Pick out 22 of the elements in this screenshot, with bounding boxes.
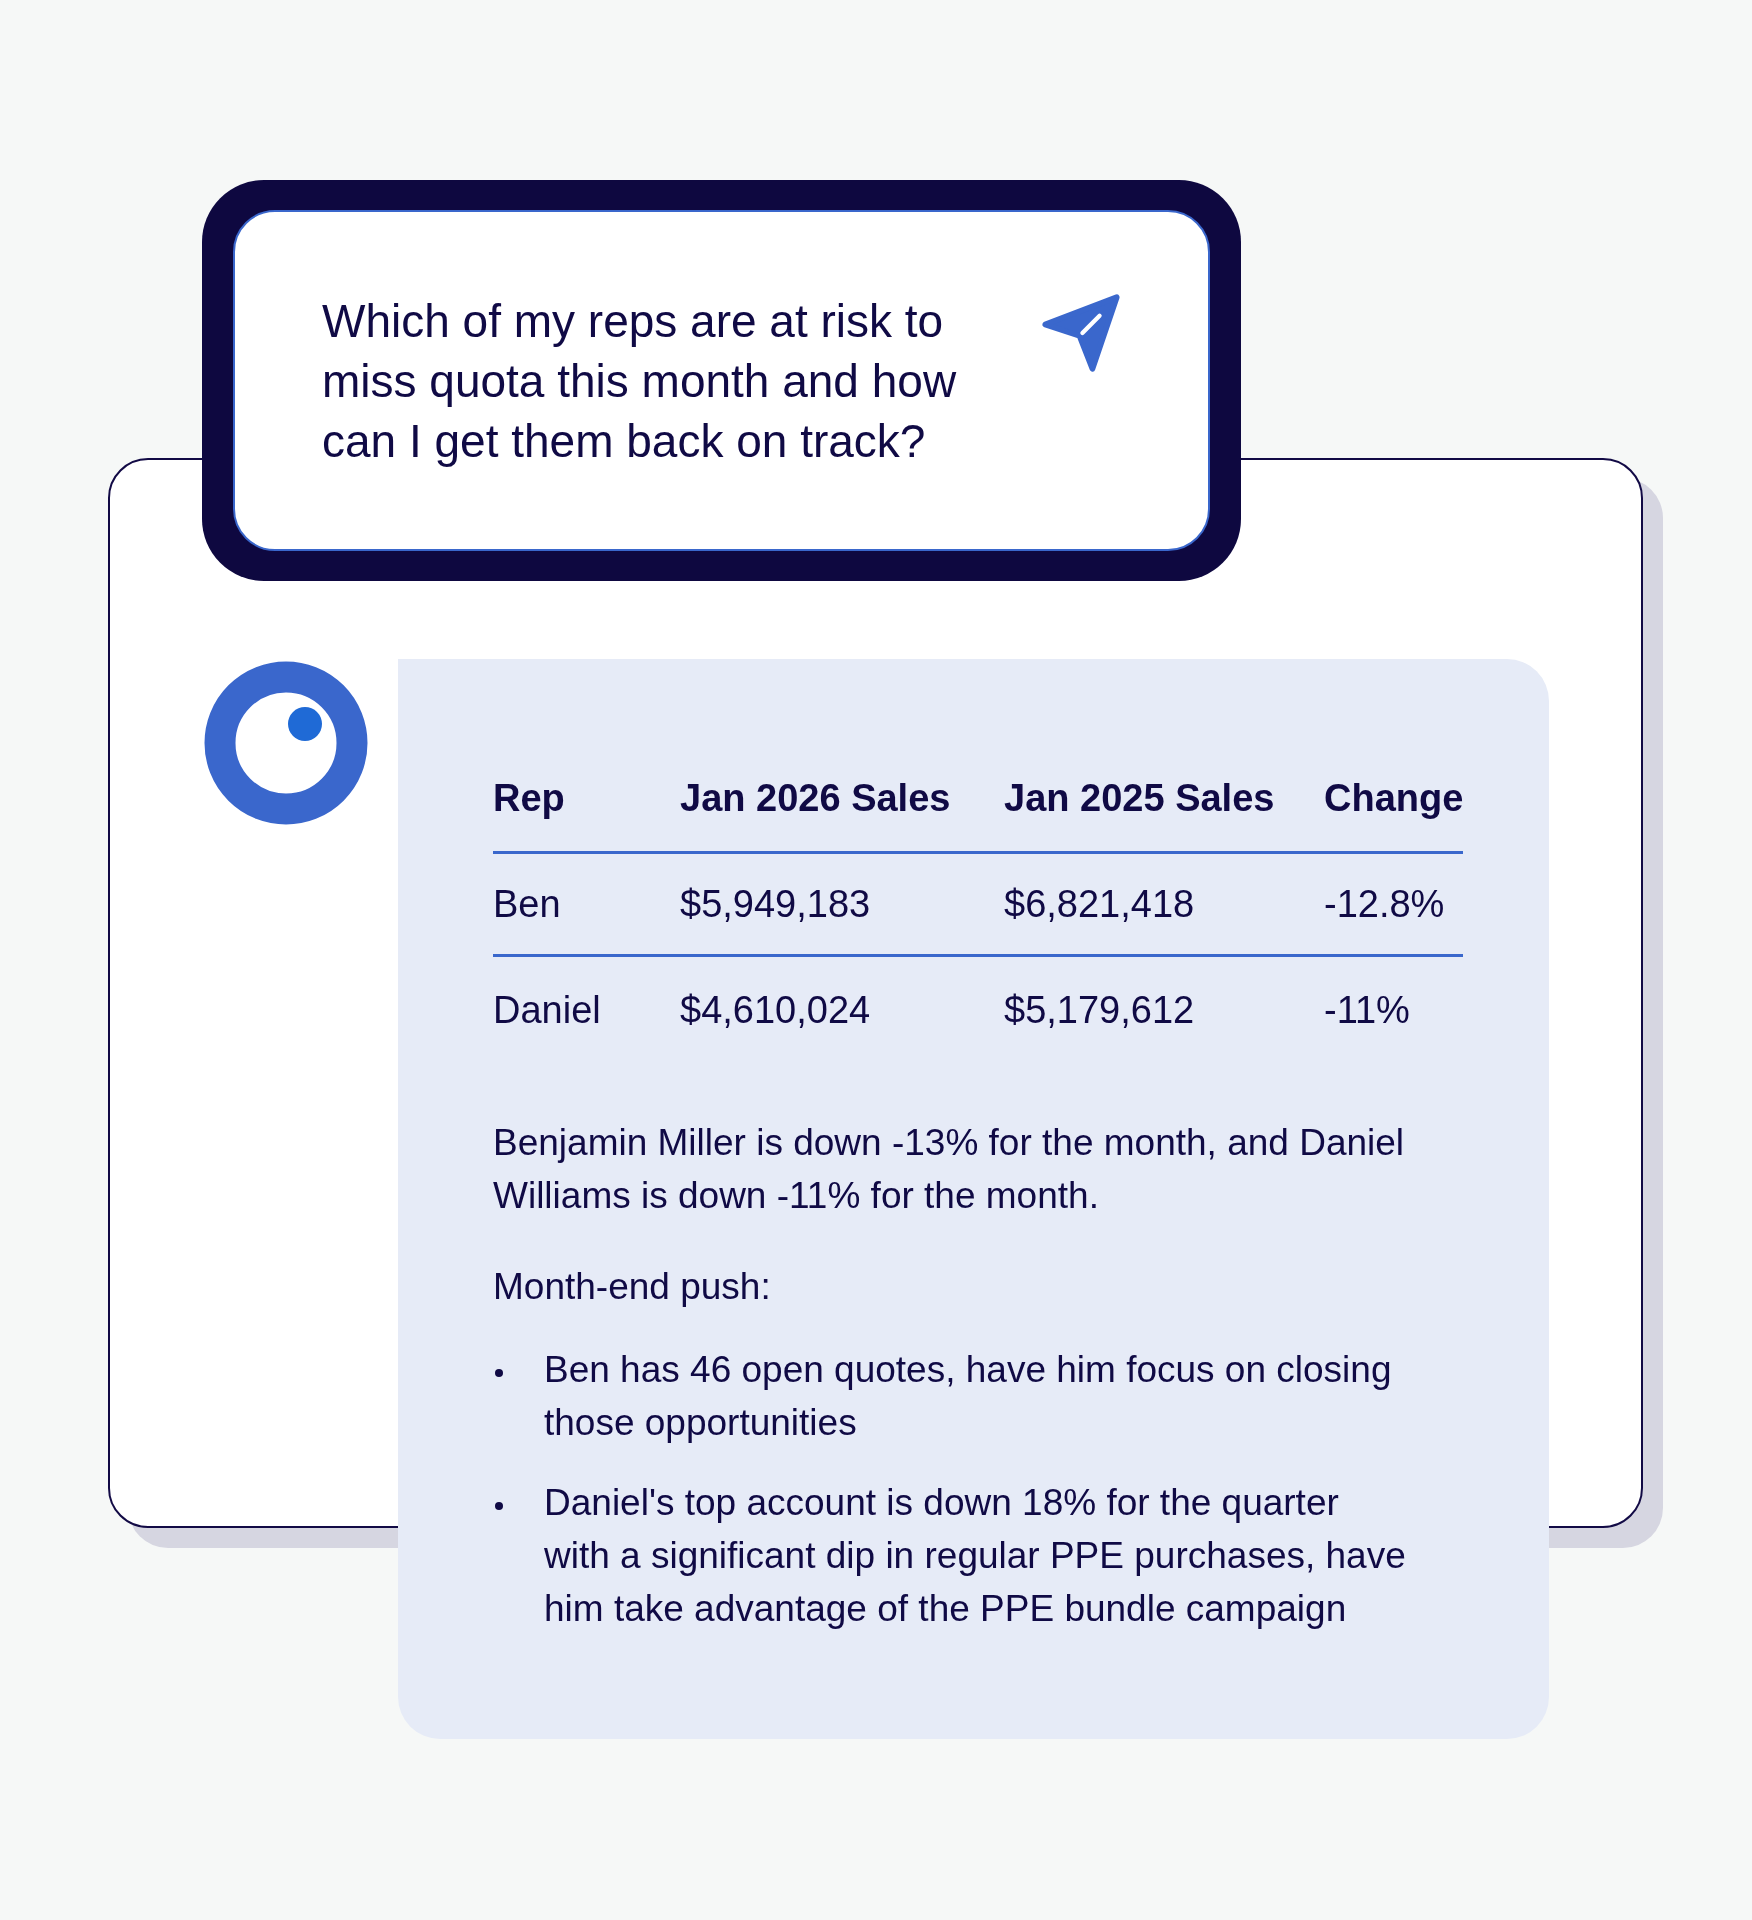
table-cell: $6,821,418 [1004,852,1324,956]
prompt-field[interactable]: Which of my reps are at risk to miss quota this month and how can I get them back on track? [233,210,1210,551]
list-heading: Month-end push: [493,1265,772,1309]
table-cell: $5,179,612 [1004,955,1324,1060]
column-header: Jan 2026 Sales [680,776,1004,853]
bullet-icon [495,1501,503,1510]
list-item-text: Ben has 46 open quotes, have him focus on closing those opportunities [544,1348,1393,1445]
send-button[interactable] [1041,292,1121,373]
table-cell: Ben [493,852,680,956]
bullet-icon [495,1368,503,1377]
table-cell: $4,610,024 [680,955,1004,1060]
column-header: Rep [493,776,680,853]
column-header: Jan 2025 Sales [1004,776,1324,853]
avatar-icon [204,661,368,825]
paper-plane-icon [1041,292,1121,373]
table-cell: $5,949,183 [680,852,1004,956]
table-cell: Daniel [493,955,680,1060]
table-cell: -11% [1324,955,1464,1060]
table-cell: -12.8% [1324,852,1464,956]
summary-text: Benjamin Miller is down -13% for the month, and Daniel Williams is down -11% for the month. [493,1121,1406,1218]
list-item-text: Daniel's top account is down 18% for the quarter with a significant dip in regular PPE purchases, have him take advantage of the PPE bundle campaign [544,1481,1407,1631]
column-header: Change [1324,776,1464,853]
